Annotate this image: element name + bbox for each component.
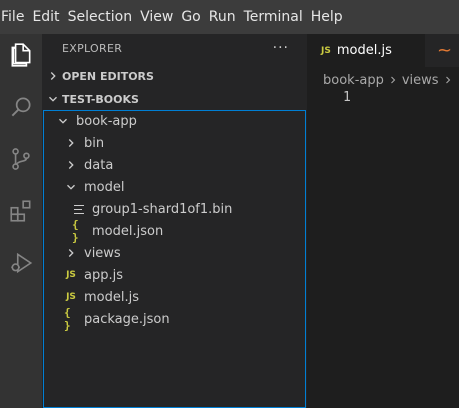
open-editors-section[interactable]: OPEN EDITORS [42,65,307,87]
editor-tabs: JS model.js ~ [307,34,459,67]
tree-item-package-json[interactable]: { } package.json [42,306,329,332]
tree-item-label: group1-shard1of1.bin [92,201,233,217]
tree-item-label: app.js [84,267,123,283]
breadcrumb-item[interactable]: book-app [323,73,384,88]
tree-item-label: views [84,245,121,261]
run-debug-activity-button[interactable] [0,242,42,284]
chevron-right-icon [68,161,74,169]
js-file-icon: JS [66,270,76,280]
menu-run[interactable]: Run [205,0,240,34]
more-actions-icon[interactable]: ··· [273,40,307,56]
tab-model-js[interactable]: JS model.js [307,34,425,67]
tree-item-views[interactable]: views [42,242,329,264]
extensions-icon [10,200,31,222]
source-control-icon [12,148,30,170]
files-icon [11,43,31,67]
extensions-activity-button[interactable] [0,190,42,232]
menu-selection[interactable]: Selection [64,0,137,34]
tree-item-model-json[interactable]: { } model.json [42,218,337,244]
tree-item-book-app[interactable]: book-app [42,110,321,132]
tree-item-label: model.js [84,289,139,305]
tree-item-bin[interactable]: bin [42,132,329,154]
menu-bar: File Edit Selection View Go Run Terminal… [0,0,459,34]
json-file-icon: { } [72,218,79,244]
chevron-right-icon [445,76,450,84]
chevron-right-icon [50,72,56,80]
chevron-right-icon [68,249,74,257]
menu-go[interactable]: Go [177,0,204,34]
tree-item-group1-shard1of1-bin[interactable]: group1-shard1of1.bin [42,198,337,220]
tree-item-data[interactable]: data [42,154,329,176]
js-file-icon: JS [66,292,76,302]
menu-help[interactable]: Help [307,0,347,34]
js-file-icon: JS [321,45,331,56]
explorer-sidebar: EXPLORER ··· OPEN EDITORS TEST-BOOKS boo… [42,34,307,408]
menu-file[interactable]: File [0,0,28,34]
tree-item-model-js[interactable]: JS model.js [42,286,329,308]
tree-item-model[interactable]: model [42,176,329,198]
chevron-down-icon [59,118,67,124]
tree-item-label: model.json [92,223,164,239]
explorer-title: EXPLORER [62,41,123,55]
run-debug-icon [11,252,33,274]
workspace-section[interactable]: TEST-BOOKS [42,88,307,110]
chevron-right-icon [390,76,396,84]
open-editors-label: OPEN EDITORS [62,69,154,83]
json-file-icon: { } [64,306,71,332]
explorer-activity-button[interactable] [0,34,42,76]
tree-item-label: data [84,157,114,173]
menu-view[interactable]: View [136,0,177,34]
second-tab-icon[interactable]: ~ [437,40,452,61]
chevron-right-icon [68,139,74,147]
chevron-down-icon [67,184,75,190]
tree-item-app-js[interactable]: JS app.js [42,264,329,286]
editor-area: JS model.js ~ book-app views 1 [307,34,459,408]
tree-item-label: package.json [84,311,170,327]
search-activity-button[interactable] [0,86,42,128]
explorer-header: EXPLORER ··· [42,34,307,62]
tree-item-label: book-app [76,113,137,129]
tree-item-label: bin [84,135,105,151]
breadcrumb-item[interactable]: views [402,73,439,88]
menu-edit[interactable]: Edit [28,0,63,34]
activity-bar [0,34,42,408]
chevron-down-icon [49,96,57,102]
workspace-label: TEST-BOOKS [62,92,139,106]
tree-item-label: model [84,179,125,195]
source-control-activity-button[interactable] [0,138,42,180]
menu-terminal[interactable]: Terminal [240,0,307,34]
line-number: 1 [343,90,351,105]
tab-label: model.js [336,43,392,58]
breadcrumb: book-app views [323,69,457,91]
file-lines-icon [74,204,84,214]
search-icon [11,97,31,117]
